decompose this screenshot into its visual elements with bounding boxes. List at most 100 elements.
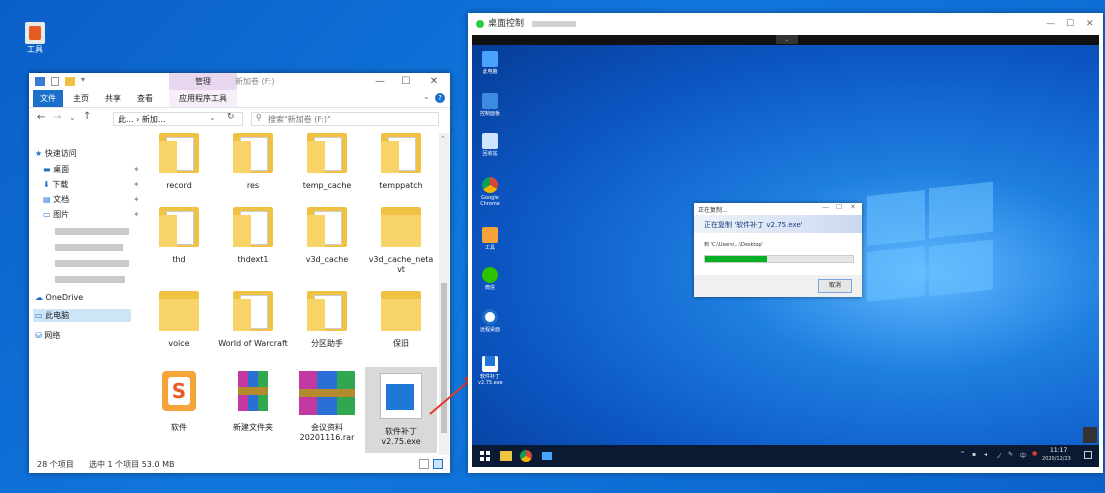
explorer-app-icon (35, 77, 45, 86)
download-icon: ⬇ (43, 180, 50, 189)
folder-baojiu[interactable]: 保旧 (365, 291, 437, 349)
remote-icon-this-pc[interactable]: 此电脑 (478, 51, 502, 75)
new-folder-icon[interactable] (65, 77, 75, 86)
close-icon[interactable]: ✕ (421, 73, 447, 90)
redacted-folder-4[interactable] (55, 276, 125, 283)
taskbar-date[interactable]: 2020/12/23 (1042, 456, 1071, 462)
remote-icon-recycle-bin[interactable]: 回收站 (478, 133, 502, 157)
search-input[interactable]: 搜索"新加卷 (F:)" (251, 112, 439, 126)
windows-logo-pane (929, 181, 993, 239)
folder-temppatch[interactable]: temppatch (365, 133, 437, 191)
remote-icon-chrome[interactable]: Google Chrome (478, 177, 502, 207)
help-icon[interactable]: ? (435, 93, 445, 103)
nav-quick-access[interactable]: ★ 快速访问 (35, 147, 77, 160)
remote-screen[interactable]: ⌄ 此电脑 控制面板 回收站 Google Chrome 工具 微信 远程桌面 … (472, 35, 1099, 467)
connection-status-icon (476, 20, 484, 28)
refresh-icon[interactable]: ↻ (227, 112, 235, 122)
tray-ime-icon[interactable]: ノ (996, 451, 1002, 460)
nav-onedrive[interactable]: ☁ OneDrive (35, 291, 83, 304)
remote-close-icon[interactable]: ✕ (1086, 13, 1094, 35)
nav-item-desktop[interactable]: ▬ 桌面 ✦ (43, 163, 140, 176)
tab-manage[interactable]: 管理 (169, 73, 237, 90)
nav-item-downloads[interactable]: ⬇ 下载 ✦ (43, 178, 140, 191)
minimize-icon[interactable]: — (367, 73, 393, 90)
address-dropdown-icon[interactable]: ⌄ (209, 113, 216, 122)
maximize-icon[interactable]: ☐ (393, 73, 419, 90)
tray-sogou-icon[interactable]: ● (1032, 450, 1037, 457)
folder-voice[interactable]: voice (143, 291, 215, 349)
nav-network[interactable]: ⛁ 网络 (35, 329, 60, 342)
redacted-folder-1[interactable] (55, 228, 129, 235)
cancel-button[interactable]: 取消 (818, 279, 852, 293)
copy-heading: 正在复制 '软件补丁 v2.75.exe' (704, 221, 803, 229)
exe-file-icon (380, 373, 422, 419)
folder-temp-cache[interactable]: temp_cache (291, 133, 363, 191)
taskbar-chrome-icon[interactable] (520, 450, 532, 462)
taskbar-explorer-icon[interactable] (500, 451, 512, 461)
copy-destination: 到 'C:\Users\...\Desktop' (704, 242, 763, 248)
properties-icon[interactable] (51, 77, 59, 86)
remote-toolbar-toggle-icon[interactable]: ⌄ (776, 35, 798, 44)
remote-side-toggle-icon[interactable] (1083, 427, 1097, 443)
remote-maximize-icon[interactable]: ☐ (1066, 13, 1074, 35)
recent-locations-icon[interactable]: ⌄ (69, 113, 76, 122)
file-software-app[interactable]: S 软件 (143, 371, 215, 433)
remote-minimize-icon[interactable]: — (1046, 13, 1055, 35)
tab-app-tools[interactable]: 应用程序工具 (169, 90, 237, 107)
remote-icon-control-panel[interactable]: 控制面板 (478, 93, 502, 117)
redacted-folder-2[interactable] (55, 244, 123, 251)
folder-v3d-cache-netavt[interactable]: v3d_cache_neta vt (365, 207, 437, 275)
scroll-up-icon[interactable]: ⌃ (440, 135, 446, 143)
file-new-folder-archive[interactable]: 新建文件夹 (217, 371, 289, 433)
up-icon[interactable]: ↑ (83, 111, 91, 122)
file-meeting-rar[interactable]: 会议资料 20201116.rar (291, 371, 363, 443)
navigation-bar: ← → ⌄ ↑ 此... › 新加... ⌄ ↻ 搜索"新加卷 (F:)" ⚲ (29, 108, 450, 130)
start-icon[interactable] (480, 451, 490, 461)
remote-taskbar: ^ ▪ ◂ ノ ✎ 中 ● 11:17 2020/12/23 (472, 445, 1099, 467)
nav-this-pc[interactable]: ▭ 此电脑 (33, 309, 131, 322)
folder-v3d-cache[interactable]: v3d_cache (291, 207, 363, 265)
dialog-close-icon[interactable]: ✕ (850, 203, 856, 211)
folder-thdext1[interactable]: thdext1 (217, 207, 289, 265)
dialog-maximize-icon[interactable]: ☐ (836, 203, 842, 211)
back-icon[interactable]: ← (37, 112, 45, 123)
ribbon-expand-icon[interactable]: ⌄ (423, 92, 430, 101)
folder-icon (157, 291, 201, 331)
qat-dropdown-icon[interactable]: ▾ (81, 75, 85, 84)
folder-icon (379, 291, 423, 331)
folder-icon (157, 133, 201, 173)
folder-world-of-warcraft[interactable]: World of Warcraft (217, 291, 289, 349)
tray-volume-icon[interactable]: ◂ (984, 451, 987, 458)
dialog-minimize-icon[interactable]: — (822, 203, 829, 211)
tab-view[interactable]: 查看 (133, 90, 157, 107)
folder-icon (157, 207, 201, 247)
nav-item-pictures[interactable]: ▭ 图片 ✦ (43, 208, 140, 221)
action-center-icon[interactable] (1084, 451, 1092, 459)
tab-file[interactable]: 文件 (33, 90, 63, 107)
forward-icon[interactable]: → (53, 112, 61, 123)
taskbar-app-icon[interactable] (542, 452, 552, 460)
redacted-folder-3[interactable] (55, 260, 129, 267)
remote-icon-wechat[interactable]: 微信 (478, 267, 502, 291)
tab-share[interactable]: 共享 (101, 90, 125, 107)
large-icons-view-icon[interactable] (433, 459, 443, 469)
tray-lang-icon[interactable]: 中 (1020, 451, 1026, 460)
tray-chevron-icon[interactable]: ^ (960, 451, 965, 458)
winrar-archive-icon (238, 371, 268, 411)
remote-icon-patch-exe[interactable]: 软件补丁 v2.75.exe (478, 353, 503, 386)
folder-res[interactable]: res (217, 133, 289, 191)
desktop-icon-tools[interactable]: 工具 (22, 22, 48, 55)
tray-pen-icon[interactable]: ✎ (1008, 451, 1013, 458)
remote-icon-remote-desktop[interactable]: 远程桌面 (478, 309, 502, 333)
folder-record[interactable]: record (143, 133, 215, 191)
folder-thd[interactable]: thd (143, 207, 215, 265)
address-bar[interactable]: 此... › 新加... (113, 112, 243, 126)
details-view-icon[interactable] (419, 459, 429, 469)
remote-icon-tools[interactable]: 工具 (478, 227, 502, 251)
folder-partition-assistant[interactable]: 分区助手 (291, 291, 363, 349)
tray-network-icon[interactable]: ▪ (972, 451, 976, 458)
copy-progress-fill (705, 256, 768, 262)
tab-home[interactable]: 主页 (69, 90, 93, 107)
nav-item-documents[interactable]: ▤ 文档 ✦ (43, 193, 140, 206)
taskbar-time[interactable]: 11:17 (1050, 447, 1067, 454)
